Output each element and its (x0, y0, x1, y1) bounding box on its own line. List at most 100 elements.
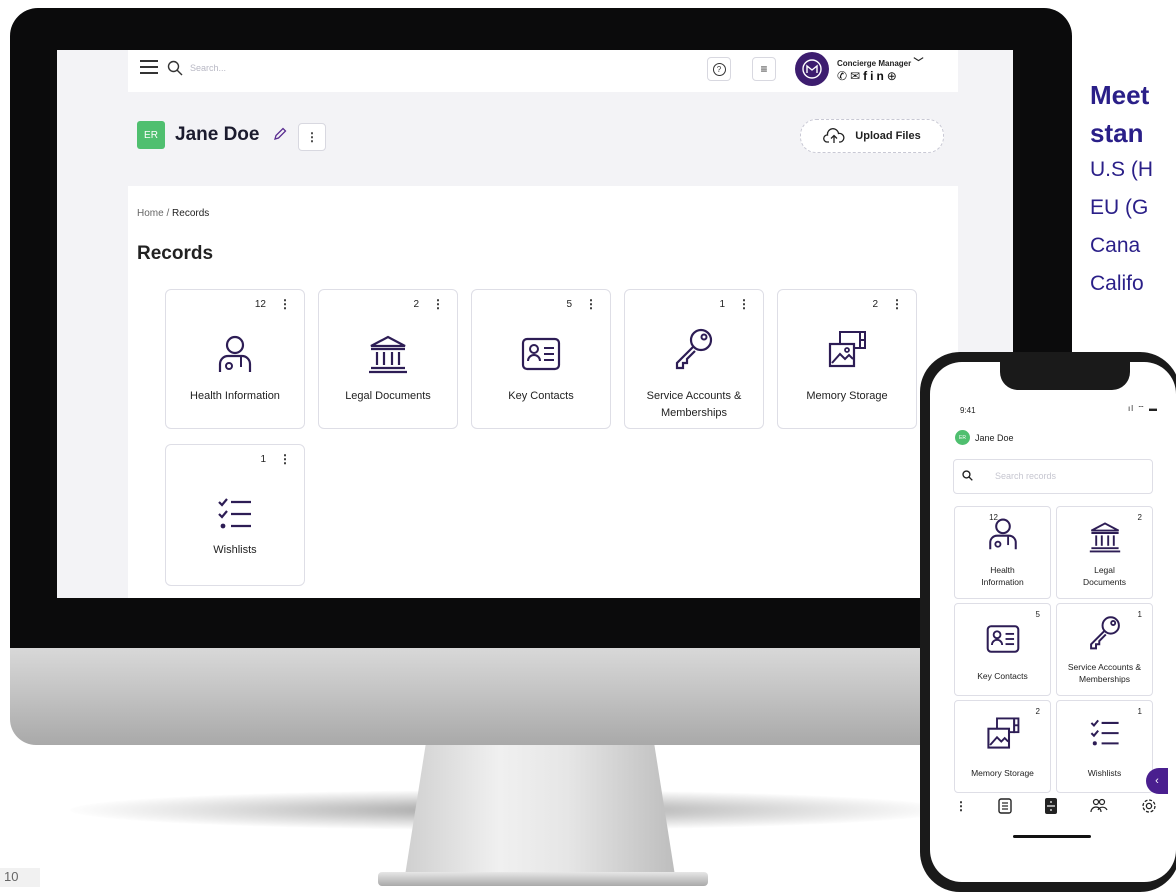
phone-card-health[interactable]: 12 Health Information (954, 506, 1051, 599)
person-icon (988, 518, 1017, 550)
phone-user-name: Jane Doe (975, 433, 1014, 443)
search-icon[interactable] (167, 60, 183, 76)
page-number: 10 (0, 868, 40, 887)
card-label: Health Information (190, 390, 280, 402)
list-button[interactable]: ≡ (752, 57, 776, 81)
phone-card-wishlists[interactable]: 1 Wishlists (1056, 700, 1153, 793)
phone-card-service-accounts[interactable]: 1 Service Accounts & Memberships (1056, 603, 1153, 696)
bank-icon (369, 335, 407, 374)
search-input[interactable]: Search... (190, 63, 226, 73)
breadcrumb-current: Records (172, 208, 210, 219)
monitor-stand (404, 744, 676, 882)
photo-stack-icon (986, 717, 1019, 749)
chevron-left-icon: ‹ (1155, 775, 1159, 787)
search-icon[interactable] (962, 470, 973, 481)
settings-icon[interactable] (1141, 798, 1157, 814)
help-button[interactable]: ? (707, 57, 731, 81)
card-count: 1 (1137, 707, 1142, 716)
menu-icon[interactable] (140, 60, 158, 74)
more-vertical-icon: ⋮ (306, 130, 318, 144)
user-avatar: ER (137, 121, 165, 149)
list-icon: ≡ (760, 62, 768, 76)
record-card-health[interactable]: 12 ⋮ Health Information (165, 289, 305, 429)
card-label: Service Accounts & Memberships (646, 390, 742, 419)
cloud-upload-icon (823, 128, 845, 143)
manager-avatar[interactable] (795, 52, 829, 86)
manager-label[interactable]: Concierge Manager ﹀ (837, 54, 923, 69)
law-item: Califo (1090, 272, 1144, 295)
records-icon[interactable] (998, 798, 1012, 814)
phone-card-memory[interactable]: 2 Memory Storage (954, 700, 1051, 793)
help-icon: ? (712, 62, 726, 76)
collapse-tab-button[interactable]: ‹ (1146, 768, 1168, 794)
chevron-down-icon[interactable]: ﹀ (913, 58, 923, 69)
card-count: 2 (413, 299, 419, 310)
card-count: 1 (260, 454, 266, 465)
monitor-base (378, 872, 708, 886)
breadcrumb-home[interactable]: Home (137, 208, 164, 219)
card-label: Health Information (981, 565, 1024, 587)
checklist-icon (218, 498, 251, 529)
phone-card-legal[interactable]: 2 Legal Documents (1056, 506, 1153, 599)
card-label: Key Contacts (508, 390, 574, 402)
record-card-memory[interactable]: 2 ⋮ Memory Storage (777, 289, 917, 429)
app-topbar (128, 50, 958, 92)
law-item: U.S (H (1090, 158, 1153, 181)
more-vertical-icon[interactable]: ⋮ (738, 297, 750, 311)
globe-icon[interactable]: ⊕ (887, 69, 900, 83)
card-label: Key Contacts (977, 671, 1028, 681)
phone-user-avatar: ER (955, 430, 970, 445)
record-card-service-accounts[interactable]: 1 ⋮ Service Accounts & Memberships (624, 289, 764, 429)
phone-search-input[interactable]: Search records (995, 471, 1056, 481)
phone-notch (1000, 362, 1130, 390)
checklist-icon (1090, 719, 1119, 746)
record-card-wishlists[interactable]: 1 ⋮ Wishlists (165, 444, 305, 586)
phone-icon[interactable]: ✆ (837, 69, 850, 83)
linkedin-icon[interactable]: in (870, 69, 887, 83)
contacts-icon[interactable] (1090, 798, 1108, 814)
more-vertical-icon[interactable]: ⋮ (279, 297, 291, 311)
bank-icon (1089, 522, 1120, 553)
more-icon[interactable]: ⋮ (955, 799, 967, 813)
more-vertical-icon[interactable]: ⋮ (585, 297, 597, 311)
storage-icon[interactable] (1045, 798, 1057, 814)
card-count: 12 (254, 299, 266, 310)
brand-logo-icon (802, 59, 822, 79)
user-options-button[interactable]: ⋮ (298, 123, 326, 151)
card-label: Legal Documents (1083, 565, 1126, 587)
card-count: 1 (719, 299, 725, 310)
card-label: Wishlists (1087, 768, 1122, 778)
card-count: 2 (1035, 707, 1040, 716)
headline: Meet stan (1090, 80, 1150, 148)
monitor-chin (10, 640, 1072, 745)
more-vertical-icon[interactable]: ⋮ (891, 297, 903, 311)
card-label: Memory Storage (971, 768, 1034, 778)
phone-card-contacts[interactable]: 5 Key Contacts (954, 603, 1051, 696)
contact-card-icon (521, 337, 561, 371)
person-icon (218, 335, 252, 372)
more-vertical-icon[interactable]: ⋮ (279, 452, 291, 466)
user-name: Jane Doe (175, 124, 260, 145)
edit-pencil-icon[interactable] (272, 126, 288, 142)
card-count: 5 (1035, 610, 1040, 619)
photo-stack-icon (828, 331, 866, 368)
upload-files-button[interactable]: Upload Files (800, 119, 944, 153)
card-count: 5 (566, 299, 572, 310)
card-label: Service Accounts & Memberships (1067, 662, 1142, 684)
key-icon (1089, 616, 1120, 650)
card-count: 2 (1137, 513, 1142, 522)
more-vertical-icon[interactable]: ⋮ (432, 297, 444, 311)
breadcrumb: Home / Records (137, 208, 209, 219)
record-card-contacts[interactable]: 5 ⋮ Key Contacts (471, 289, 611, 429)
card-label: Legal Documents (345, 390, 431, 402)
upload-label: Upload Files (855, 130, 921, 142)
phone-status-icons: ıl ⌔ ▬ (1128, 404, 1158, 413)
card-label: Wishlists (213, 544, 257, 556)
page-title: Records (137, 243, 214, 264)
mail-icon[interactable]: ✉ (850, 69, 863, 83)
law-item: EU (G (1090, 196, 1149, 219)
law-item: Cana (1090, 234, 1141, 257)
contact-icons: ✆✉fin⊕ (837, 69, 900, 83)
card-count: 2 (872, 299, 878, 310)
record-card-legal[interactable]: 2 ⋮ Legal Documents (318, 289, 458, 429)
